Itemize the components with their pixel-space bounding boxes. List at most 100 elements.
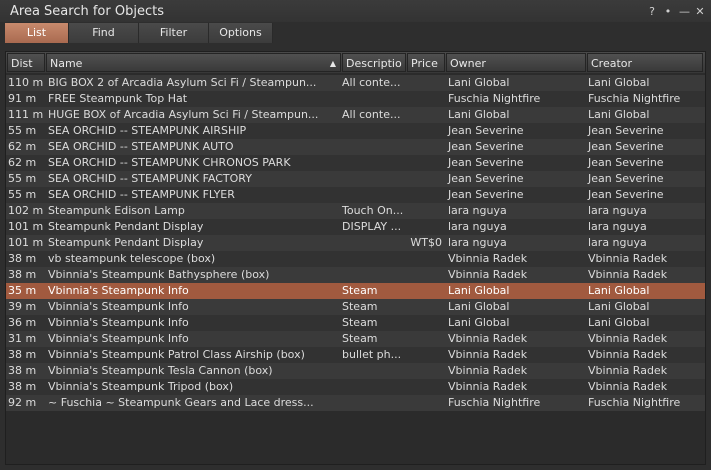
tab-filter[interactable]: Filter [139,23,209,43]
table-row[interactable]: 55 m SEA ORCHID -- STEAMPUNK FLYER Jean Se… [6,187,705,203]
cell-creator: Vbinnia Radek [588,332,668,345]
cell-description: Touch On... [342,204,404,217]
tab-list[interactable]: List [5,23,69,43]
cell-creator: Jean Severine [588,172,664,185]
cell-creator: Vbinnia Radek [588,380,668,393]
table-row[interactable]: 91 m FREE Steampunk Top Hat Fuschia Nightf… [6,91,705,107]
table-row-selected[interactable]: 35 m Vbinnia's Steampunk Info Steam Lani Gl… [6,283,705,299]
table-row[interactable]: 55 m SEA ORCHID -- STEAMPUNK FACTORY Jean … [6,171,705,187]
table-row[interactable]: 102 m Steampunk Edison Lamp Touch On... lar… [6,203,705,219]
column-header-name[interactable]: Name ▲ [46,53,341,72]
cell-creator: lara nguya [588,204,647,217]
cell-creator: Jean Severine [588,140,664,153]
cell-price [404,139,444,155]
minimize-dot-icon[interactable]: • [663,5,673,18]
results-table: Dist Name ▲ Descriptio Price Owner Creat… [5,51,706,465]
cell-creator: Vbinnia Radek [588,268,668,281]
column-header-owner[interactable]: Owner [446,53,586,72]
cell-dist: 36 m [8,316,37,329]
cell-creator: Lani Global [588,316,650,329]
table-row[interactable]: 101 m Steampunk Pendant Display DISPLAY ..… [6,219,705,235]
table-body: 110 m BIG BOX 2 of Arcadia Asylum Sci Fi … [6,75,705,411]
cell-owner: Vbinnia Radek [448,332,528,345]
cell-owner: Lani Global [448,76,510,89]
cell-description: Steam [342,284,378,297]
cell-dist: 31 m [8,332,37,345]
sort-ascending-icon: ▲ [329,59,336,68]
area-search-window: Area Search for Objects ? • — ✕ List Fin… [0,0,711,470]
table-row[interactable]: 110 m BIG BOX 2 of Arcadia Asylum Sci Fi … [6,75,705,91]
table-row[interactable]: 38 m Vbinnia's Steampunk Tesla Cannon (bo… [6,363,705,379]
close-icon[interactable]: ✕ [695,5,705,18]
table-row[interactable]: 38 m Vbinnia's Steampunk Bathysphere (box… [6,267,705,283]
cell-description [340,267,408,283]
cell-description [340,251,408,267]
table-row[interactable]: 55 m SEA ORCHID -- STEAMPUNK AIRSHIP Jean … [6,123,705,139]
title-bar[interactable]: Area Search for Objects ? • — ✕ [0,0,711,22]
table-row[interactable]: 31 m Vbinnia's Steampunk Info Steam Vbinnia… [6,331,705,347]
table-row[interactable]: 39 m Vbinnia's Steampunk Info Steam Lani Gl… [6,299,705,315]
minimize-icon[interactable]: — [679,5,690,18]
column-header-description[interactable]: Descriptio [342,53,406,72]
table-row[interactable]: 36 m Vbinnia's Steampunk Info Steam Lani Gl… [6,315,705,331]
cell-owner: Lani Global [448,108,510,121]
cell-description [340,235,408,251]
column-header-creator[interactable]: Creator [587,53,703,72]
cell-dist: 91 m [8,92,37,105]
cell-creator: Jean Severine [588,124,664,137]
cell-price [404,267,444,283]
column-header-price[interactable]: Price [407,53,445,72]
cell-name: Steampunk Pendant Display [48,236,204,249]
column-header-dist[interactable]: Dist [7,53,45,72]
cell-name: SEA ORCHID -- STEAMPUNK FACTORY [48,172,252,185]
cell-price [404,171,444,187]
cell-description: All conte... [342,108,401,121]
table-row[interactable]: 62 m SEA ORCHID -- STEAMPUNK CHRONOS PARK… [6,155,705,171]
cell-owner: Vbinnia Radek [448,348,528,361]
cell-name: Vbinnia's Steampunk Bathysphere (box) [48,268,270,281]
window-title: Area Search for Objects [10,3,164,19]
cell-owner: Jean Severine [448,172,524,185]
help-icon[interactable]: ? [647,5,657,18]
table-row[interactable]: 38 m Vbinnia's Steampunk Tripod (box) Vbin… [6,379,705,395]
table-row[interactable]: 101 m Steampunk Pendant Display WT$0 lara n… [6,235,705,251]
cell-creator: Lani Global [588,76,650,89]
cell-description [340,395,408,411]
cell-owner: Vbinnia Radek [448,252,528,265]
table-row[interactable]: 111 m HUGE BOX of Arcadia Asylum Sci Fi /… [6,107,705,123]
cell-description: bullet ph... [342,348,402,361]
table-row[interactable]: 38 m Vbinnia's Steampunk Patrol Class Air… [6,347,705,363]
cell-price [404,123,444,139]
table-header: Dist Name ▲ Descriptio Price Owner Creat… [6,52,705,73]
cell-creator: lara nguya [588,220,647,233]
cell-name: BIG BOX 2 of Arcadia Asylum Sci Fi / Ste… [48,76,317,89]
cell-price [404,187,444,203]
cell-dist: 55 m [8,124,37,137]
tab-find[interactable]: Find [69,23,139,43]
cell-creator: Fuschia Nightfire [588,92,681,105]
cell-dist: 62 m [8,140,37,153]
table-row[interactable]: 62 m SEA ORCHID -- STEAMPUNK AUTO Jean Sev… [6,139,705,155]
cell-description: Steam [342,316,378,329]
tab-bar: List Find Filter Options [5,23,273,43]
cell-creator: lara nguya [588,236,647,249]
cell-creator: Lani Global [588,108,650,121]
cell-name: Vbinnia's Steampunk Info [48,332,189,345]
cell-price [404,155,444,171]
table-row[interactable]: 92 m ~ Fuschia ~ Steampunk Gears and Lace… [6,395,705,411]
cell-owner: Jean Severine [448,124,524,137]
cell-name: Vbinnia's Steampunk Info [48,316,189,329]
cell-owner: Vbinnia Radek [448,364,528,377]
cell-owner: lara nguya [448,204,507,217]
cell-owner: Jean Severine [448,188,524,201]
cell-dist: 102 m [8,204,44,217]
cell-dist: 38 m [8,380,37,393]
cell-description [340,155,408,171]
cell-name: SEA ORCHID -- STEAMPUNK AUTO [48,140,234,153]
cell-description: All conte... [342,76,401,89]
cell-name: Vbinnia's Steampunk Info [48,300,189,313]
cell-dist: 92 m [8,396,37,409]
window-controls: ? • — ✕ [647,5,711,18]
table-row[interactable]: 38 m vb steampunk telescope (box) Vbinnia … [6,251,705,267]
tab-options[interactable]: Options [209,23,273,43]
